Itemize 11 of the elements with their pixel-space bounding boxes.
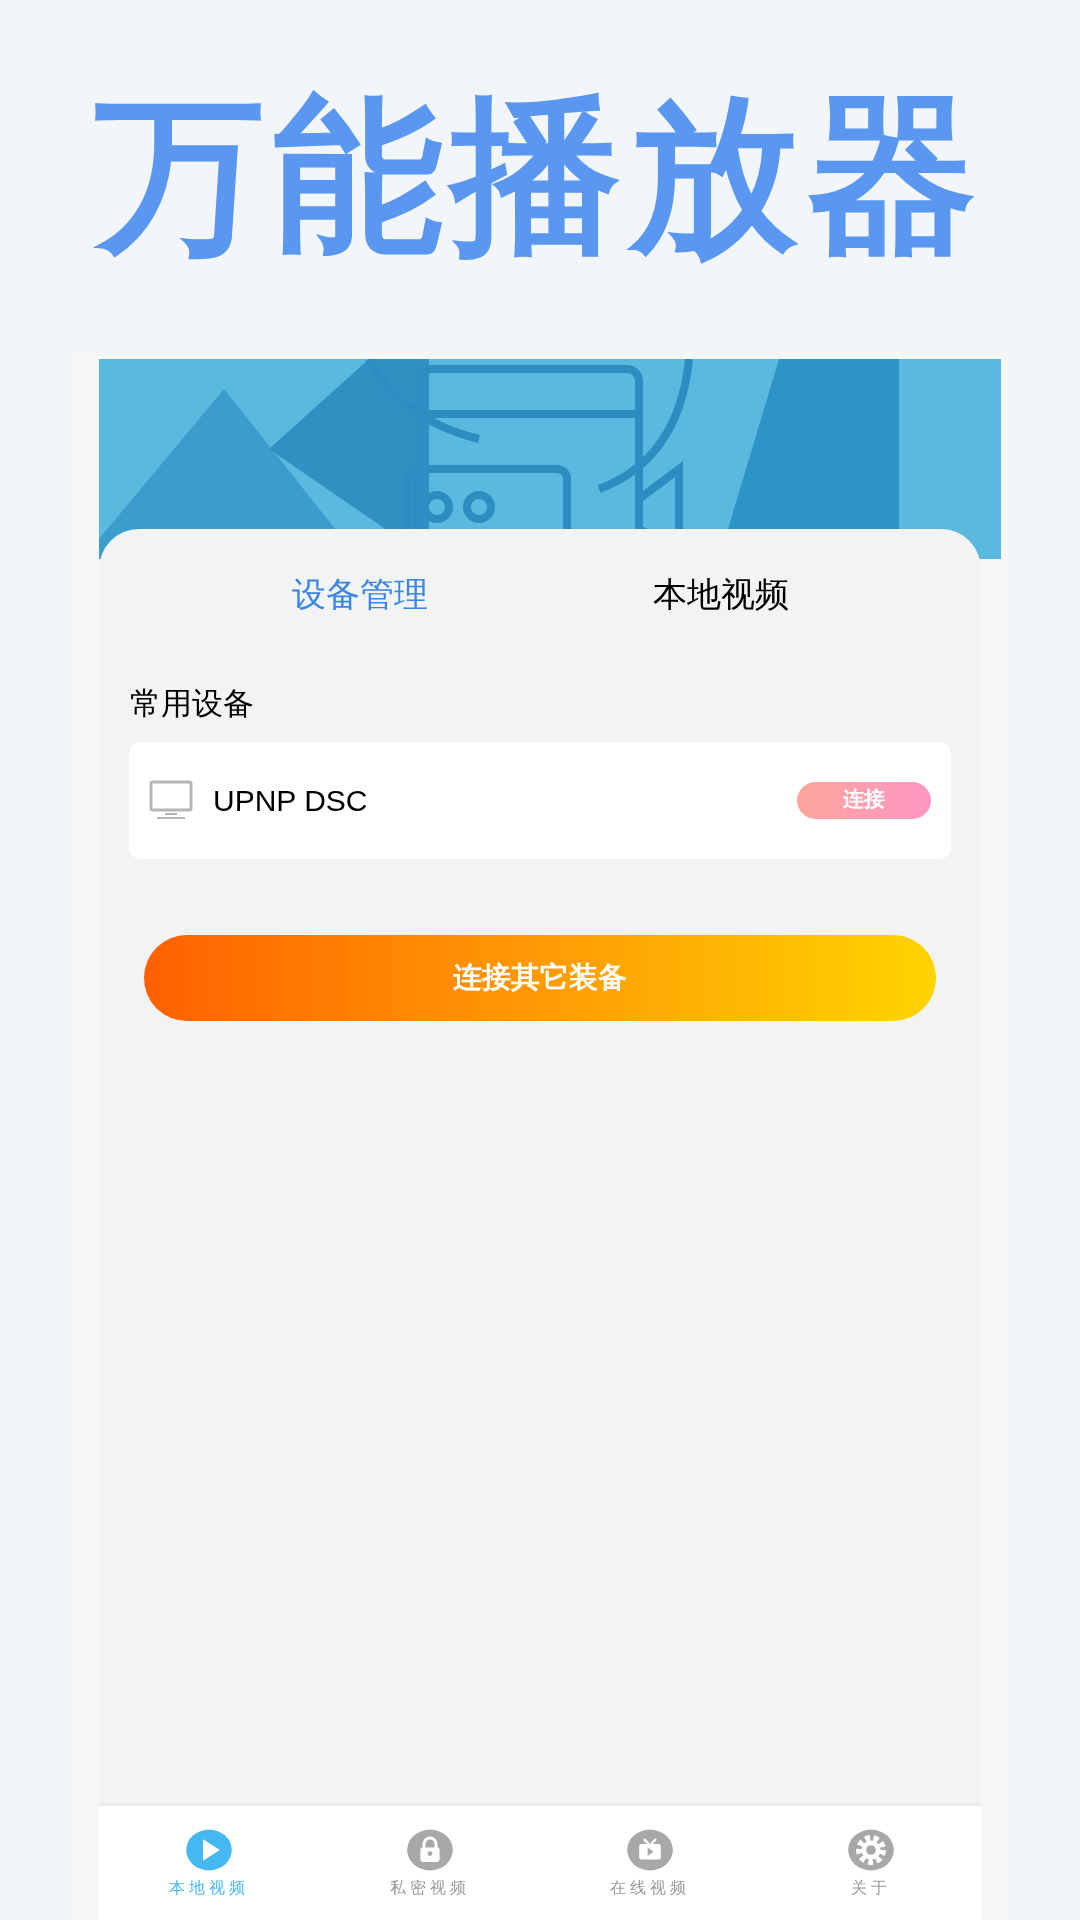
section-title: 常用设备: [129, 684, 255, 723]
nav-item[interactable]: 关于: [760, 1806, 981, 1920]
connect-other-button[interactable]: 连接其它装备: [144, 934, 936, 1021]
tab[interactable]: 本地视频: [652, 569, 789, 620]
connect-button[interactable]: 连接: [797, 781, 931, 819]
tab[interactable]: 设备管理: [291, 569, 428, 620]
device-name: UPNP DSC: [213, 782, 369, 819]
nav-item[interactable]: 私密视频: [319, 1806, 540, 1920]
nav-item[interactable]: 本地视频: [99, 1806, 320, 1920]
monitor-icon: [149, 780, 193, 820]
nav-item[interactable]: 在线视频: [540, 1806, 761, 1920]
